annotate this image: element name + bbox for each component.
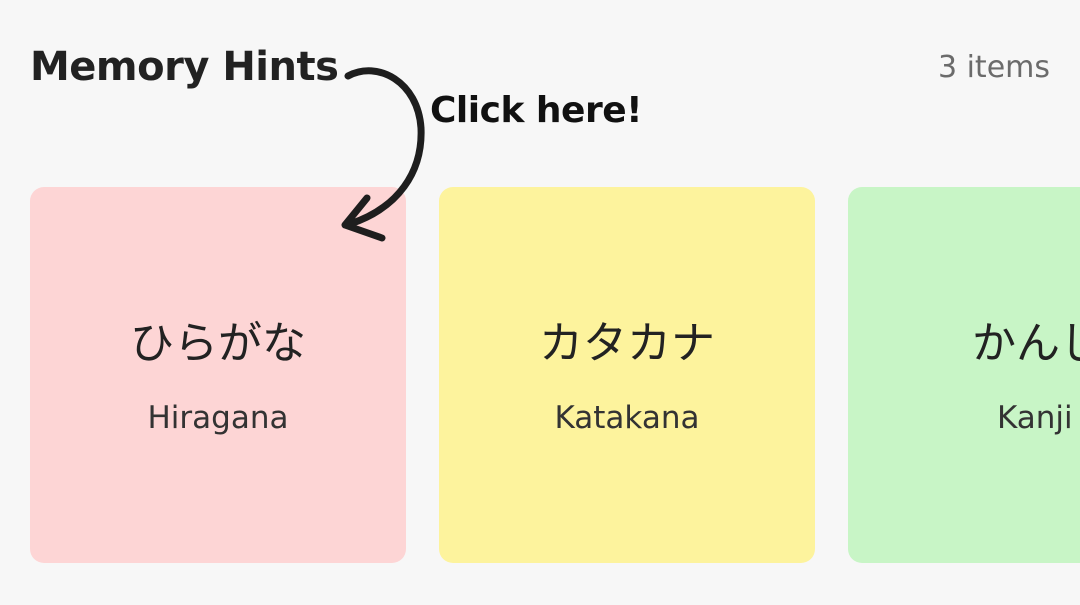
card-label: Katakana (554, 400, 700, 436)
card-label: Hiragana (147, 400, 289, 436)
item-count: 3 items (937, 50, 1050, 85)
callout-text: Click here! (430, 90, 643, 131)
hint-card-hiragana[interactable]: ひらがな Hiragana (30, 187, 406, 563)
card-kana: カタカナ (539, 318, 715, 369)
hint-card-kanji[interactable]: かんじ Kanji (848, 187, 1080, 563)
section-title: Memory Hints (30, 44, 339, 90)
card-label: Kanji (997, 400, 1073, 436)
card-kana: ひらがな (130, 318, 306, 369)
card-kana: かんじ (972, 318, 1080, 369)
hint-card-katakana[interactable]: カタカナ Katakana (439, 187, 815, 563)
